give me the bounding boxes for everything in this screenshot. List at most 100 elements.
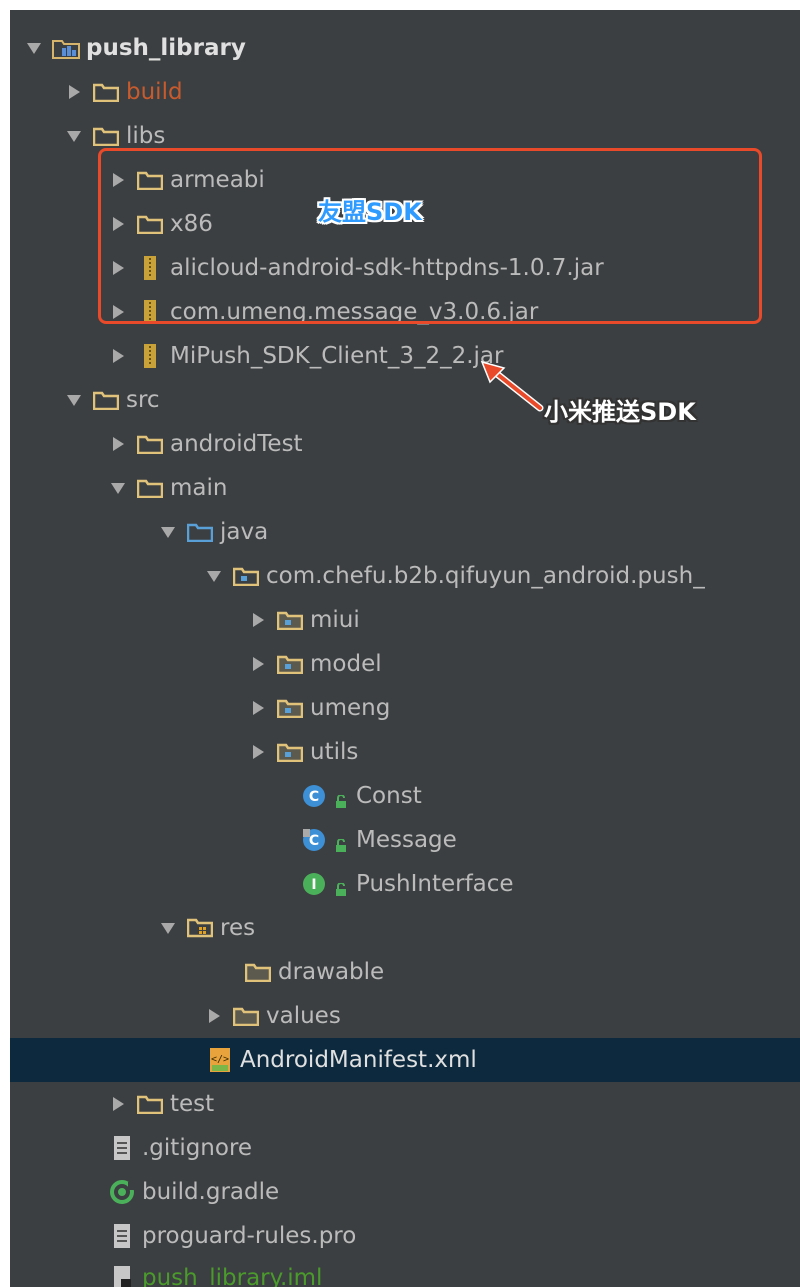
resource-folder-icon xyxy=(186,916,214,940)
tree-label: java xyxy=(220,519,269,545)
package-icon xyxy=(276,608,304,632)
iml-file-icon xyxy=(108,1266,136,1287)
tree-node-push-interface[interactable]: I PushInterface xyxy=(10,862,800,906)
tree-label: miui xyxy=(310,607,360,633)
interface-icon: I xyxy=(300,872,328,896)
text-file-icon xyxy=(108,1224,136,1248)
tree-node-umeng[interactable]: umeng xyxy=(10,686,800,730)
expanded-arrow-icon[interactable] xyxy=(202,564,226,588)
tree-label: Message xyxy=(356,827,457,853)
collapsed-arrow-icon[interactable] xyxy=(246,696,270,720)
tree-label: libs xyxy=(126,123,166,149)
tree-node-package[interactable]: com.chefu.b2b.qifuyun_android.push_ xyxy=(10,554,800,598)
tree-label: src xyxy=(126,387,160,413)
folder-icon xyxy=(244,960,272,984)
tree-label: utils xyxy=(310,739,359,765)
gradle-icon xyxy=(108,1180,136,1204)
highlight-box xyxy=(98,148,762,324)
tree-label: push_library xyxy=(86,35,246,61)
tree-node-message[interactable]: C Message xyxy=(10,818,800,862)
tree-node-iml[interactable]: push_library.iml xyxy=(10,1256,800,1287)
tree-node-res[interactable]: res xyxy=(10,906,800,950)
folder-icon xyxy=(136,476,164,500)
abstract-class-icon: C xyxy=(300,828,328,852)
tree-node-mipush-jar[interactable]: MiPush_SDK_Client_3_2_2.jar xyxy=(10,334,800,378)
tree-node-const[interactable]: C Const xyxy=(10,774,800,818)
tree-node-utils[interactable]: utils xyxy=(10,730,800,774)
xiaomi-sdk-annotation: 小米推送SDK xyxy=(544,398,696,426)
unlocked-icon xyxy=(334,789,348,808)
collapsed-arrow-icon[interactable] xyxy=(246,740,270,764)
collapsed-arrow-icon[interactable] xyxy=(202,1004,226,1028)
text-file-icon xyxy=(108,1136,136,1160)
tree-label: main xyxy=(170,475,228,501)
folder-icon xyxy=(92,388,120,412)
unlocked-icon xyxy=(334,833,348,852)
tree-node-build-gradle[interactable]: build.gradle xyxy=(10,1170,800,1214)
tree-label: AndroidManifest.xml xyxy=(240,1047,477,1073)
tree-node-main[interactable]: main xyxy=(10,466,800,510)
package-icon xyxy=(276,696,304,720)
tree-label: build.gradle xyxy=(142,1179,280,1205)
package-icon xyxy=(276,652,304,676)
unlocked-icon xyxy=(334,877,348,896)
expanded-arrow-icon[interactable] xyxy=(22,36,46,60)
tree-label: test xyxy=(170,1091,215,1117)
tree-node-drawable[interactable]: drawable xyxy=(10,950,800,994)
tree-node-model[interactable]: model xyxy=(10,642,800,686)
tree-label: Const xyxy=(356,783,422,809)
folder-icon xyxy=(232,1004,260,1028)
tree-label: com.chefu.b2b.qifuyun_android.push_ xyxy=(266,563,705,589)
tree-label: .gitignore xyxy=(142,1135,253,1161)
tree-node-java[interactable]: java xyxy=(10,510,800,554)
collapsed-arrow-icon[interactable] xyxy=(246,652,270,676)
tree-label: proguard-rules.pro xyxy=(142,1223,357,1249)
package-icon xyxy=(276,740,304,764)
folder-icon xyxy=(136,432,164,456)
class-icon: C xyxy=(300,784,328,808)
tree-node-test[interactable]: test xyxy=(10,1082,800,1126)
tree-label: values xyxy=(266,1003,341,1029)
tree-node-androidtest[interactable]: androidTest xyxy=(10,422,800,466)
tree-label: drawable xyxy=(278,959,385,985)
tree-node-values[interactable]: values xyxy=(10,994,800,1038)
collapsed-arrow-icon[interactable] xyxy=(106,1092,130,1116)
package-icon xyxy=(232,564,260,588)
collapsed-arrow-icon[interactable] xyxy=(106,344,130,368)
tree-label: res xyxy=(220,915,256,941)
collapsed-arrow-icon[interactable] xyxy=(246,608,270,632)
umeng-sdk-annotation: 友盟SDK xyxy=(318,198,422,226)
expanded-arrow-icon[interactable] xyxy=(62,388,86,412)
expanded-arrow-icon[interactable] xyxy=(62,124,86,148)
tree-node-push-library[interactable]: push_library xyxy=(10,26,800,70)
svg-text:C: C xyxy=(309,789,319,805)
tree-node-miui[interactable]: miui xyxy=(10,598,800,642)
expanded-arrow-icon[interactable] xyxy=(106,476,130,500)
manifest-xml-icon: </> xyxy=(206,1048,234,1072)
tree-label: model xyxy=(310,651,382,677)
module-folder-icon xyxy=(52,36,80,60)
collapsed-arrow-icon[interactable] xyxy=(62,80,86,104)
tree-label: MiPush_SDK_Client_3_2_2.jar xyxy=(170,343,504,369)
expanded-arrow-icon[interactable] xyxy=(156,916,180,940)
folder-icon xyxy=(92,80,120,104)
folder-icon xyxy=(136,1092,164,1116)
source-folder-icon xyxy=(186,520,214,544)
svg-text:</>: </> xyxy=(211,1054,229,1065)
tree-label: build xyxy=(126,79,183,105)
svg-text:I: I xyxy=(311,877,316,893)
collapsed-arrow-icon[interactable] xyxy=(106,432,130,456)
arrow-icon xyxy=(480,360,544,412)
expanded-arrow-icon[interactable] xyxy=(156,520,180,544)
tree-node-build[interactable]: build xyxy=(10,70,800,114)
tree-node-android-manifest[interactable]: </> AndroidManifest.xml xyxy=(10,1038,800,1082)
folder-icon xyxy=(92,124,120,148)
tree-label: PushInterface xyxy=(356,871,514,897)
svg-text:C: C xyxy=(309,833,319,849)
tree-label: umeng xyxy=(310,695,391,721)
tree-node-proguard[interactable]: proguard-rules.pro xyxy=(10,1214,800,1258)
jar-icon xyxy=(136,344,164,368)
tree-label: androidTest xyxy=(170,431,303,457)
tree-label: push_library.iml xyxy=(142,1265,323,1287)
tree-node-gitignore[interactable]: .gitignore xyxy=(10,1126,800,1170)
